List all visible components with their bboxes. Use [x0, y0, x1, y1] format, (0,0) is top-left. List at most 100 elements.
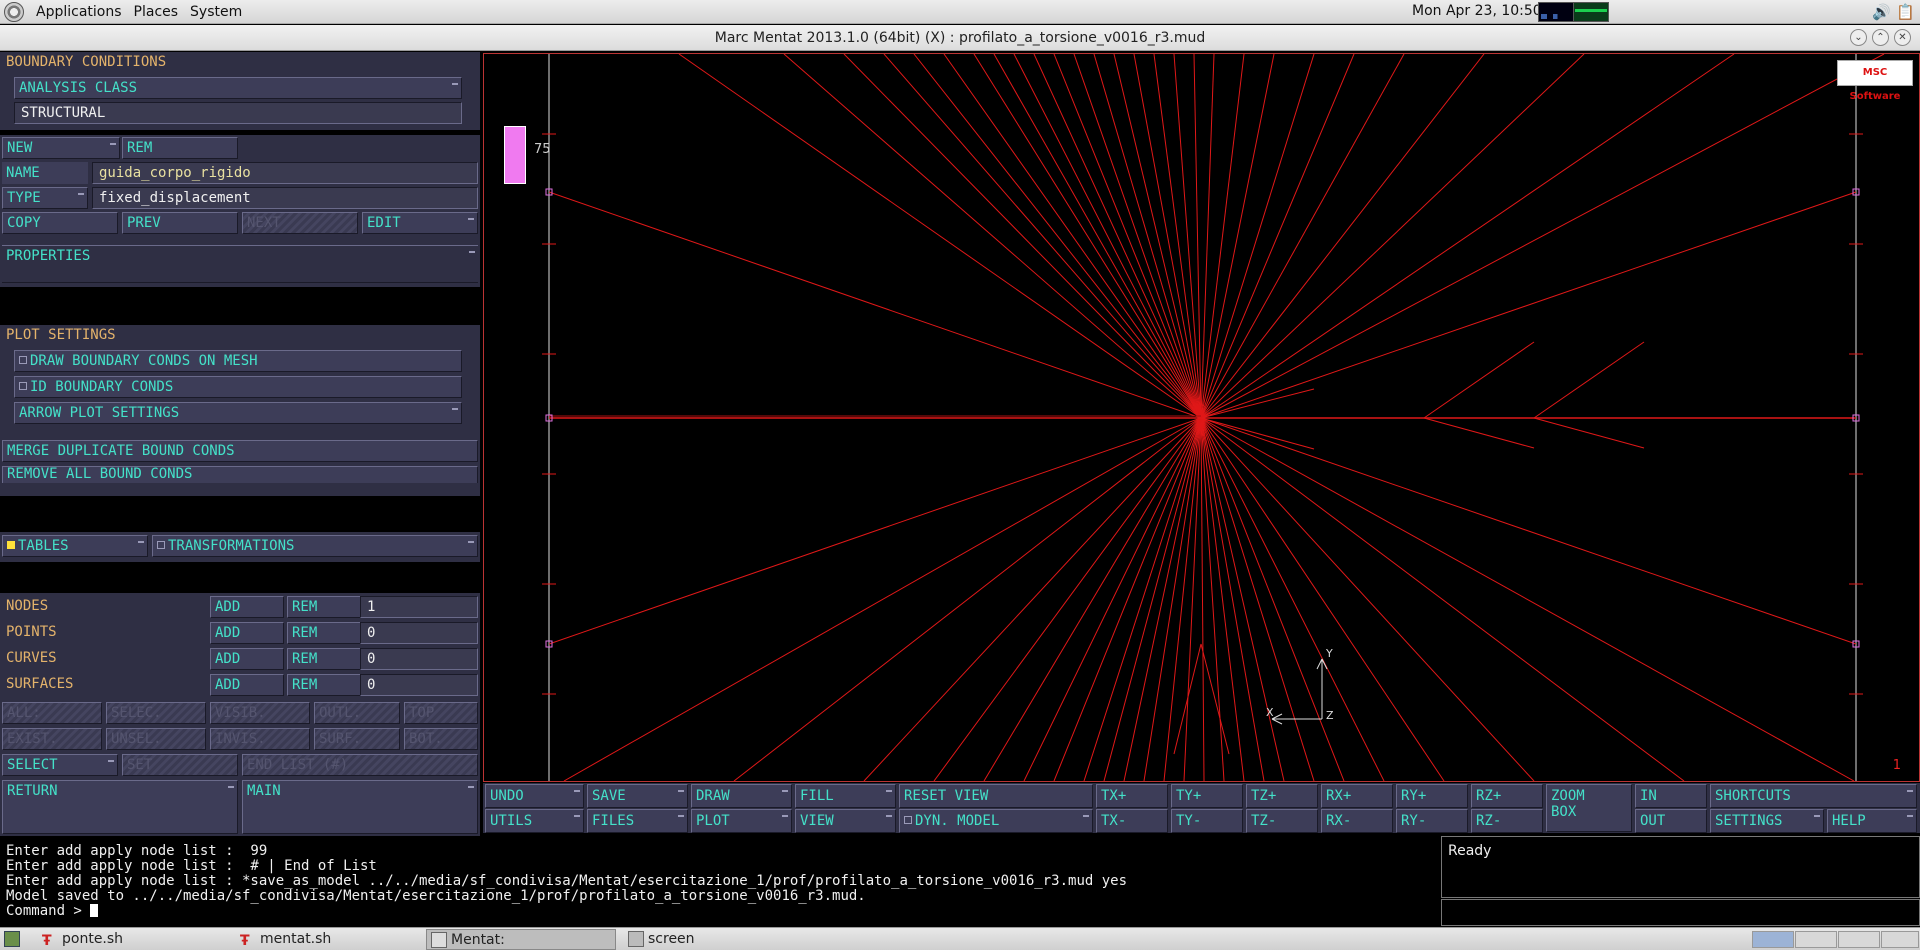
tables-button[interactable]: TABLES	[2, 535, 148, 557]
next-button[interactable]: NEXT	[242, 212, 358, 234]
prev-button[interactable]: PREV	[122, 212, 238, 234]
menu-applications[interactable]: Applications	[30, 4, 128, 20]
rz-minus-button[interactable]: RZ-	[1471, 809, 1543, 833]
undo-button[interactable]: UNDO	[485, 784, 584, 808]
task-mentat-window[interactable]: Mentat: profilato_a_to...	[426, 929, 616, 950]
clipboard-icon[interactable]: 📋	[1896, 3, 1915, 21]
cpu-monitor-icon[interactable]	[1538, 2, 1574, 22]
workspace-1[interactable]	[1752, 931, 1794, 948]
set-button[interactable]: SET	[122, 754, 238, 776]
workspace-2[interactable]	[1795, 931, 1837, 948]
files-button[interactable]: FILES	[587, 809, 688, 833]
arrow-plot-settings-button[interactable]: ARROW PLOT SETTINGS	[14, 402, 462, 424]
shortcuts-button[interactable]: SHORTCUTS	[1710, 784, 1917, 808]
select-button[interactable]: SELECT	[2, 754, 118, 776]
sel-all-button[interactable]: ALL:	[2, 702, 102, 724]
sel-surf-button[interactable]: SURF.	[314, 728, 400, 750]
sel-invis-button[interactable]: INVIS.	[210, 728, 310, 750]
points-add-button[interactable]: ADD	[210, 622, 284, 644]
sel-exist-button[interactable]: EXIST.	[2, 728, 102, 750]
radial-ray	[1193, 54, 1202, 419]
sel-bot-button[interactable]: BOT.	[404, 728, 478, 750]
ry-minus-button[interactable]: RY-	[1396, 809, 1468, 833]
curves-rem-button[interactable]: REM	[287, 648, 361, 670]
volume-icon[interactable]: 🔊	[1872, 3, 1891, 21]
task-screen[interactable]: screen	[624, 929, 814, 950]
command-console[interactable]: Enter add apply node list : 99 Enter add …	[0, 836, 1440, 926]
nodes-add-button[interactable]: ADD	[210, 596, 284, 618]
save-button[interactable]: SAVE	[587, 784, 688, 808]
type-button[interactable]: TYPE	[2, 187, 88, 209]
tx-plus-button[interactable]: TX+	[1096, 784, 1168, 808]
distro-logo-icon[interactable]	[4, 1, 24, 22]
menu-system[interactable]: System	[184, 4, 248, 20]
show-desktop-icon[interactable]	[0, 929, 30, 950]
draw-button[interactable]: DRAW	[691, 784, 792, 808]
copy-button[interactable]: COPY	[2, 212, 118, 234]
workspace-3[interactable]	[1838, 931, 1880, 948]
utils-button[interactable]: UTILS	[485, 809, 584, 833]
sel-outl-button[interactable]: OUTL.	[314, 702, 400, 724]
edit-button[interactable]: EDIT	[362, 212, 478, 234]
task-mentat-sh[interactable]: Ŧmentat.sh	[236, 929, 426, 950]
id-bc-toggle[interactable]: ID BOUNDARY CONDS	[14, 376, 462, 398]
graphics-viewport[interactable]: Y X Z 75 MSC Software 1	[483, 53, 1920, 782]
name-field[interactable]: guida_corpo_rigido	[92, 162, 478, 184]
ry-plus-button[interactable]: RY+	[1396, 784, 1468, 808]
ty-minus-button[interactable]: TY-	[1171, 809, 1243, 833]
end-list-button[interactable]: END LIST (#)	[242, 754, 478, 776]
surfaces-rem-button[interactable]: REM	[287, 674, 361, 696]
ty-plus-button[interactable]: TY+	[1171, 784, 1243, 808]
sel-visib-button[interactable]: VISIB.	[210, 702, 310, 724]
zoom-out-button[interactable]: OUT	[1635, 809, 1707, 833]
task-ponte[interactable]: Ŧponte.sh	[38, 929, 228, 950]
sel-selec-button[interactable]: SELEC.	[106, 702, 206, 724]
reset-view-button[interactable]: RESET VIEW	[899, 784, 1093, 808]
zoom-box-button[interactable]: ZOOM BOX	[1546, 784, 1632, 832]
close-icon[interactable]: ✕	[1894, 29, 1911, 46]
rz-plus-button[interactable]: RZ+	[1471, 784, 1543, 808]
settings-button[interactable]: SETTINGS	[1710, 809, 1824, 833]
return-button[interactable]: RETURN	[2, 780, 238, 834]
nodes-rem-button[interactable]: REM	[287, 596, 361, 618]
properties-button[interactable]: PROPERTIES	[2, 245, 478, 283]
tx-minus-button[interactable]: TX-	[1096, 809, 1168, 833]
tz-minus-button[interactable]: TZ-	[1246, 809, 1318, 833]
transformations-button[interactable]: TRANSFORMATIONS	[152, 535, 478, 557]
zoom-in-button[interactable]: IN	[1635, 784, 1707, 808]
legend-color-bar	[504, 126, 526, 184]
remove-all-button[interactable]: REMOVE ALL BOUND CONDS	[2, 466, 478, 483]
sel-top-button[interactable]: TOP	[404, 702, 478, 724]
command-input[interactable]: Command >	[6, 904, 1434, 919]
axis-z-label: Z	[1326, 709, 1334, 722]
menu-places[interactable]: Places	[128, 4, 185, 20]
points-count: 0	[360, 622, 478, 644]
analysis-class-button[interactable]: ANALYSIS CLASS	[14, 77, 462, 99]
tz-plus-button[interactable]: TZ+	[1246, 784, 1318, 808]
rem-button[interactable]: REM	[122, 137, 238, 159]
plot-settings-section: PLOT SETTINGS DRAW BOUNDARY CONDS ON MES…	[0, 325, 480, 483]
help-button[interactable]: HELP	[1827, 809, 1917, 833]
fill-button[interactable]: FILL	[795, 784, 896, 808]
points-rem-button[interactable]: REM	[287, 622, 361, 644]
new-button[interactable]: NEW	[2, 137, 120, 159]
dyn-model-toggle[interactable]: DYN. MODEL	[899, 809, 1093, 833]
view-button[interactable]: VIEW	[795, 809, 896, 833]
curves-add-button[interactable]: ADD	[210, 648, 284, 670]
plot-button[interactable]: PLOT	[691, 809, 792, 833]
checkbox-icon	[157, 541, 165, 549]
frame-number: 1	[1892, 758, 1901, 773]
network-monitor-icon[interactable]	[1573, 2, 1609, 22]
workspace-4[interactable]	[1881, 931, 1919, 948]
rx-minus-button[interactable]: RX-	[1321, 809, 1393, 833]
maximize-icon[interactable]: ⌃	[1872, 29, 1889, 46]
main-button[interactable]: MAIN	[242, 780, 478, 834]
zoom-label: ZOOM	[1551, 788, 1585, 804]
draw-bc-toggle[interactable]: DRAW BOUNDARY CONDS ON MESH	[14, 350, 462, 372]
minimize-icon[interactable]: ⌄	[1850, 29, 1867, 46]
rx-plus-button[interactable]: RX+	[1321, 784, 1393, 808]
clock[interactable]: Mon Apr 23, 10:50	[1412, 3, 1542, 19]
merge-duplicate-button[interactable]: MERGE DUPLICATE BOUND CONDS	[2, 440, 478, 462]
sel-unsel-button[interactable]: UNSEL.	[106, 728, 206, 750]
surfaces-add-button[interactable]: ADD	[210, 674, 284, 696]
